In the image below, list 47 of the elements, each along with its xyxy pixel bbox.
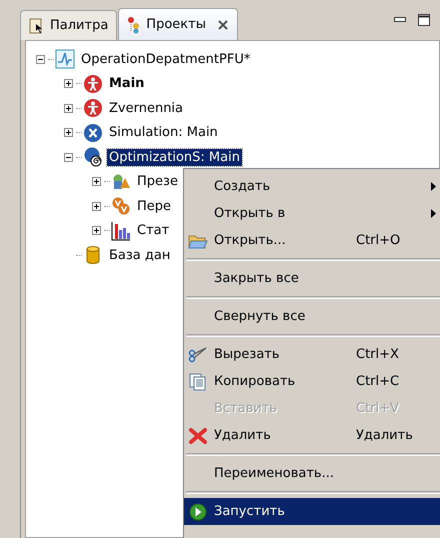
menu-item[interactable]: Открыть в	[184, 200, 440, 227]
expand-toggle[interactable]	[92, 177, 101, 186]
copy-icon	[188, 372, 208, 390]
tree-item[interactable]: База дан	[107, 246, 172, 264]
menu-item[interactable]: Открыть... Ctrl+O	[184, 227, 440, 254]
collapse-toggle[interactable]	[36, 54, 45, 64]
close-icon[interactable]	[216, 18, 229, 30]
x-circle-icon	[83, 122, 103, 143]
tree-item[interactable]: OptimizationS: Main	[107, 148, 242, 166]
tree-item[interactable]: Zvernennia	[107, 100, 186, 117]
minimize-icon[interactable]	[394, 17, 406, 23]
person-icon	[83, 74, 103, 94]
person-icon	[83, 98, 103, 118]
menu-item[interactable]: Свернуть все	[184, 303, 440, 330]
tree-item[interactable]: Презе	[135, 173, 180, 190]
maximize-icon[interactable]	[418, 14, 430, 26]
menu-item[interactable]: Копировать Ctrl+C	[184, 368, 440, 395]
play-icon	[188, 502, 208, 520]
menu-item[interactable]: Переименовать...	[184, 460, 440, 487]
expand-toggle[interactable]	[92, 202, 101, 211]
chart-window-icon	[55, 49, 75, 70]
spiral-icon	[83, 147, 103, 168]
tree-item[interactable]: Стат	[135, 222, 172, 240]
submenu-arrow-icon	[431, 182, 436, 191]
expand-toggle[interactable]	[64, 104, 73, 113]
v-circles-icon	[111, 196, 131, 216]
tab[interactable]: Проекты	[118, 8, 238, 40]
menu-item[interactable]: Создать	[184, 173, 440, 200]
expand-toggle[interactable]	[92, 226, 101, 236]
collapse-toggle[interactable]	[64, 152, 73, 162]
tree-item[interactable]: OperationDepatmentPFU*	[79, 50, 252, 68]
scissors-icon	[188, 346, 208, 364]
delete-icon	[188, 426, 208, 444]
submenu-arrow-icon	[431, 209, 436, 218]
menu-item[interactable]: Закрыть все	[184, 265, 440, 292]
expand-toggle[interactable]	[64, 128, 73, 138]
menu-item[interactable]: Вырезать Ctrl+X	[184, 341, 440, 368]
menu-item[interactable]: Удалить Удалить	[184, 422, 440, 449]
tree-nodes-icon	[127, 16, 142, 34]
tree-item[interactable]: Simulation: Main	[107, 124, 220, 142]
tree-item[interactable]: Пере	[135, 198, 174, 215]
shapes-icon	[111, 172, 131, 192]
tree-item[interactable]: Main	[107, 75, 146, 92]
expand-toggle[interactable]	[64, 79, 73, 88]
tab[interactable]: Палитра	[20, 10, 118, 40]
menu-item[interactable]: Запустить	[184, 498, 440, 525]
bar-chart-icon	[111, 220, 131, 241]
